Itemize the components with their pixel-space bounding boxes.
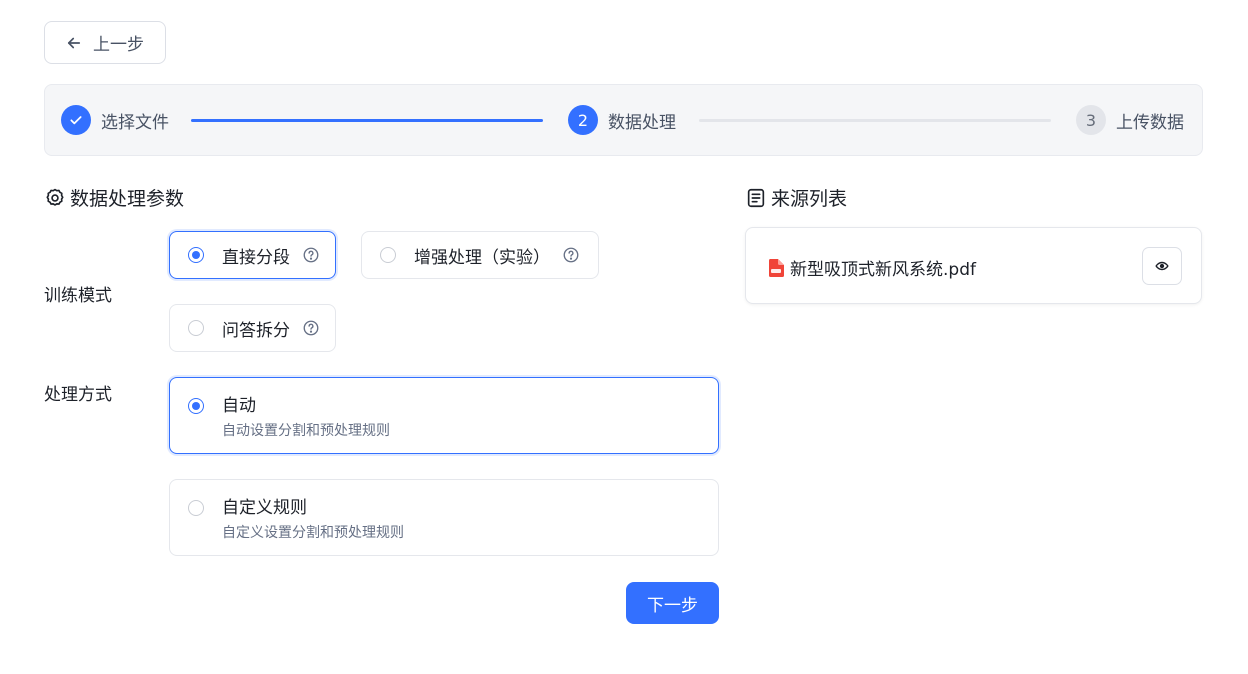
params-title-text: 数据处理参数 <box>70 188 185 210</box>
step-upload-data: 3 上传数据 <box>1076 105 1184 135</box>
option-enhanced-processing[interactable]: 增强处理（实验） <box>361 231 599 279</box>
training-mode-label: 训练模式 <box>44 286 112 306</box>
gear-icon <box>46 188 64 206</box>
option-title: 自定义规则 <box>222 498 307 518</box>
step-select-file: 选择文件 <box>61 105 169 135</box>
option-label: 增强处理（实验） <box>414 247 550 268</box>
radio-button[interactable] <box>380 247 396 263</box>
option-description: 自定义设置分割和预处理规则 <box>222 525 404 541</box>
radio-button[interactable] <box>188 500 204 516</box>
help-icon[interactable] <box>562 246 580 264</box>
option-texts: 自动 自动设置分割和预处理规则 <box>222 396 390 440</box>
step-check-icon <box>61 105 91 135</box>
radio-button[interactable] <box>188 320 204 336</box>
option-texts: 自定义规则 自定义设置分割和预处理规则 <box>222 498 404 542</box>
option-label: 直接分段 <box>222 247 290 268</box>
preview-button[interactable] <box>1142 247 1182 285</box>
file-name-text: 新型吸顶式新风系统.pdf <box>790 260 976 280</box>
step-connector <box>699 119 1051 122</box>
option-qa-split[interactable]: 问答拆分 <box>169 304 336 352</box>
list-icon <box>747 188 765 207</box>
option-title: 自动 <box>222 396 256 416</box>
back-button[interactable]: 上一步 <box>44 21 166 64</box>
step-label: 选择文件 <box>101 112 169 133</box>
help-icon[interactable] <box>302 246 320 264</box>
option-custom-rules[interactable]: 自定义规则 自定义设置分割和预处理规则 <box>169 479 719 556</box>
step-label: 数据处理 <box>608 112 676 133</box>
option-auto[interactable]: 自动 自动设置分割和预处理规则 <box>169 377 719 454</box>
stepper: 选择文件 2 数据处理 3 上传数据 <box>44 84 1203 156</box>
params-title: 数据处理参数 <box>44 184 184 211</box>
pdf-icon <box>768 258 784 277</box>
option-direct-chunk[interactable]: 直接分段 <box>169 231 336 279</box>
arrow-left-icon <box>67 37 81 48</box>
source-file-card: 新型吸顶式新风系统.pdf <box>745 227 1202 304</box>
next-button[interactable]: 下一步 <box>626 582 719 624</box>
step-number: 2 <box>568 105 598 135</box>
sources-title: 来源列表 <box>745 184 847 211</box>
step-number: 3 <box>1076 105 1106 135</box>
help-icon[interactable] <box>302 319 320 337</box>
back-button-label: 上一步 <box>93 35 144 55</box>
eye-icon <box>1155 261 1169 271</box>
step-process-data: 2 数据处理 <box>568 105 676 135</box>
option-description: 自动设置分割和预处理规则 <box>222 423 390 439</box>
step-connector <box>191 119 543 122</box>
radio-button[interactable] <box>188 247 204 263</box>
file-item: 新型吸顶式新风系统.pdf <box>768 255 976 280</box>
process-method-label: 处理方式 <box>44 385 112 405</box>
radio-button[interactable] <box>188 398 204 414</box>
option-label: 问答拆分 <box>222 320 290 341</box>
step-label: 上传数据 <box>1116 112 1184 133</box>
sources-title-text: 来源列表 <box>771 188 848 210</box>
